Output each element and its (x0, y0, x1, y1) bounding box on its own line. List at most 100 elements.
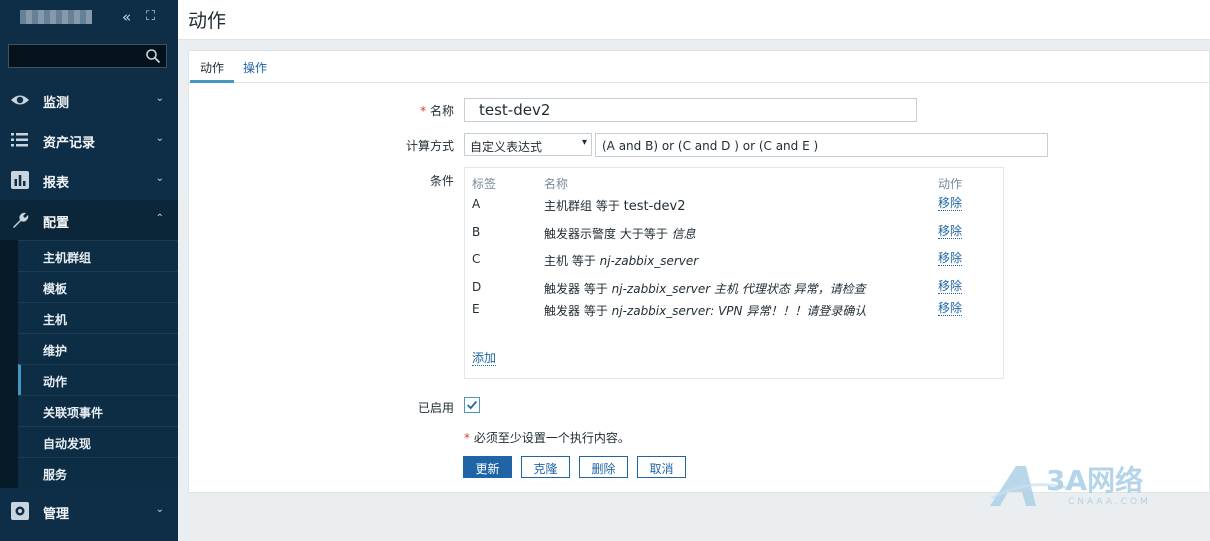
menu-configuration[interactable]: 配置 ⌃ (0, 200, 178, 240)
col-header-label: 标签 (472, 177, 497, 191)
list-icon (11, 133, 28, 147)
menu-inventory[interactable]: 资产记录 ⌄ (0, 120, 178, 160)
search-icon[interactable] (145, 48, 161, 64)
table-row: E 触发器 等于 nj-zabbix_server: VPN 异常！！！请登录确… (465, 302, 1003, 322)
table-row: D 触发器 等于 nj-zabbix_server 主机 代理状态 异常，请检查… (465, 280, 1003, 300)
chevron-down-icon: ⌄ (155, 504, 164, 515)
condition-text: 主机群组 等于 (544, 199, 624, 213)
condition-label: A (472, 197, 481, 211)
chevron-down-icon: ⌄ (155, 133, 164, 144)
collapse-sidebar-icon[interactable]: « (122, 9, 131, 25)
condition-text: 触发器 等于 (544, 282, 612, 296)
required-mark: * (420, 104, 430, 118)
condition-name: 主机 等于 nj-zabbix_server (544, 252, 698, 269)
wrench-icon (13, 212, 29, 228)
chevron-up-icon: ⌃ (155, 213, 164, 224)
kiosk-mode-icon[interactable]: ⛶ (146, 9, 155, 25)
sidebar-item-actions[interactable]: 动作 (18, 364, 178, 395)
checkmark-icon (467, 400, 478, 410)
condition-label: C (472, 252, 481, 266)
remove-condition-link[interactable]: 移除 (938, 252, 963, 266)
delete-button[interactable]: 删除 (579, 456, 628, 478)
menu-monitoring[interactable]: 监测 ⌄ (0, 80, 178, 120)
menu-reports[interactable]: 报表 ⌄ (0, 160, 178, 200)
main-menu: 监测 ⌄ 资产记录 ⌄ 报表 ⌄ 配置 ⌃ 主机群组 模板 主机 维护 动作 关… (0, 80, 178, 531)
logo (20, 10, 92, 24)
menu-label: 配置 (43, 216, 70, 231)
condition-value: nj-zabbix_server: VPN 异常！！！请登录确认 (611, 304, 867, 318)
watermark-subtext: CNAAA.COM (1068, 497, 1151, 507)
table-row: A 主机群组 等于 test-dev2 移除 (465, 197, 1003, 217)
active-tab-indicator (190, 80, 234, 83)
enabled-label: 已启用 (417, 401, 454, 415)
gear-icon (11, 502, 29, 520)
update-button[interactable]: 更新 (463, 456, 512, 478)
tab-action[interactable]: 动作 (200, 59, 224, 76)
search-input[interactable] (8, 44, 167, 68)
cancel-button[interactable]: 取消 (637, 456, 686, 478)
condition-text: 主机 等于 (544, 254, 600, 268)
name-field[interactable]: test-dev2 (464, 98, 917, 122)
clone-button[interactable]: 克隆 (521, 456, 570, 478)
calculation-select[interactable]: 自定义表达式 ▾ (464, 133, 592, 156)
conditions-label: 条件 (429, 174, 454, 188)
condition-value: test-dev2 (623, 199, 686, 214)
sidebar-item-event-correlation[interactable]: 关联项事件 (18, 395, 178, 426)
formula-field[interactable]: (A and B) or (C and D ) or (C and E ) (595, 133, 1048, 157)
bar-chart-icon (11, 171, 29, 189)
eye-icon (11, 95, 29, 105)
conditions-table: 标签 名称 动作 A 主机群组 等于 test-dev2 移除 B 触发器示警度… (464, 167, 1004, 379)
watermark-text: 3A网络 (1046, 464, 1143, 497)
chevron-down-icon: ▾ (581, 137, 587, 148)
remove-condition-link[interactable]: 移除 (938, 280, 963, 294)
remove-condition-link[interactable]: 移除 (938, 197, 963, 211)
menu-label: 管理 (43, 507, 70, 522)
condition-value: nj-zabbix_server (599, 254, 699, 268)
condition-name: 触发器示警度 大于等于 信息 (544, 225, 696, 242)
chevron-down-icon: ⌄ (155, 173, 164, 184)
enabled-checkbox[interactable] (464, 397, 480, 413)
condition-value: nj-zabbix_server 主机 代理状态 异常，请检查 (611, 282, 866, 296)
tab-operations[interactable]: 操作 (243, 59, 267, 76)
menu-label: 资产记录 (43, 136, 96, 151)
header-bar (178, 0, 1210, 40)
condition-text: 触发器示警度 大于等于 (544, 227, 672, 241)
condition-value: 信息 (671, 227, 696, 241)
name-label: * 名称 (334, 102, 454, 119)
menu-label: 监测 (43, 96, 70, 111)
required-note: * 必须至少设置一个执行内容。 (464, 429, 630, 446)
sidebar-item-host-groups[interactable]: 主机群组 (18, 240, 178, 271)
sidebar-item-discovery[interactable]: 自动发现 (18, 426, 178, 457)
condition-text: 触发器 等于 (544, 304, 612, 318)
remove-condition-link[interactable]: 移除 (938, 225, 963, 239)
sidebar-item-hosts[interactable]: 主机 (18, 302, 178, 333)
table-row: C 主机 等于 nj-zabbix_server 移除 (465, 252, 1003, 272)
required-note-text: 必须至少设置一个执行内容。 (473, 431, 630, 445)
page-title: 动作 (188, 10, 227, 32)
condition-name: 触发器 等于 nj-zabbix_server 主机 代理状态 异常，请检查 (544, 280, 866, 297)
logo-row: « ⛶ (0, 0, 178, 36)
sidebar: « ⛶ 监测 ⌄ 资产记录 ⌄ 报表 ⌄ 配置 ⌃ 主机群组 模板 主机 维护 … (0, 0, 178, 541)
add-condition-link[interactable]: 添加 (472, 352, 497, 366)
sidebar-item-services[interactable]: 服务 (18, 457, 178, 488)
condition-label: B (472, 225, 481, 239)
required-mark: * (464, 431, 474, 445)
menu-administration[interactable]: 管理 ⌄ (0, 491, 178, 531)
remove-condition-link[interactable]: 移除 (938, 302, 963, 316)
condition-name: 触发器 等于 nj-zabbix_server: VPN 异常！！！请登录确认 (544, 302, 866, 319)
condition-label: D (472, 280, 482, 294)
calculation-value: 自定义表达式 (470, 140, 543, 154)
config-submenu: 主机群组 模板 主机 维护 动作 关联项事件 自动发现 服务 (0, 240, 178, 488)
condition-name: 主机群组 等于 test-dev2 (544, 197, 686, 214)
tab-bar: 动作 操作 (189, 51, 1210, 83)
condition-label: E (472, 302, 480, 316)
col-header-action: 动作 (938, 177, 963, 191)
chevron-down-icon: ⌄ (155, 93, 164, 104)
watermark-logo: 3A网络 CNAAA.COM (990, 464, 1151, 507)
sidebar-item-maintenance[interactable]: 维护 (18, 333, 178, 364)
col-header-name: 名称 (544, 177, 569, 191)
table-row: B 触发器示警度 大于等于 信息 移除 (465, 225, 1003, 245)
sidebar-item-templates[interactable]: 模板 (18, 271, 178, 302)
action-form: 动作 操作 * 名称 test-dev2 计算方式 自定义表达式 ▾ (A an… (188, 50, 1210, 493)
calc-label: 计算方式 (405, 139, 454, 153)
